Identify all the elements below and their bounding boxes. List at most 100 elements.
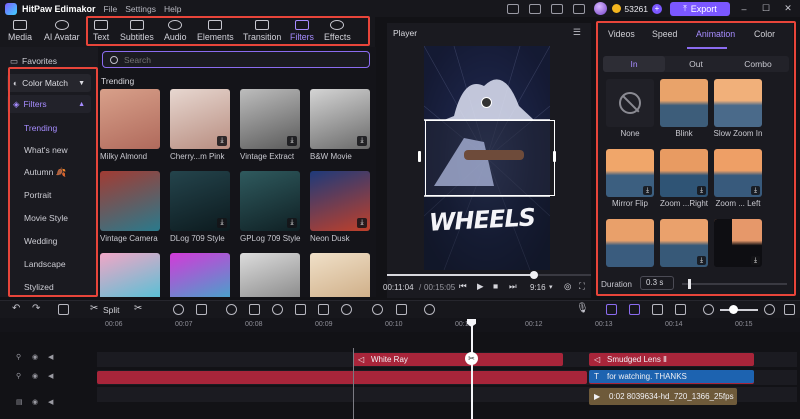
- zoom-out-icon[interactable]: [703, 304, 714, 315]
- filter-thumbnail[interactable]: ⤓: [310, 171, 370, 231]
- timeline-settings-icon[interactable]: [784, 304, 795, 315]
- add-coins-button[interactable]: +: [652, 3, 662, 14]
- filter-thumbnail[interactable]: [310, 253, 370, 297]
- filter-thumbnail[interactable]: [240, 253, 300, 297]
- eye-icon[interactable]: ◉: [32, 372, 38, 380]
- playback-knob[interactable]: [530, 271, 538, 279]
- record-icon[interactable]: [372, 304, 383, 315]
- fit-timeline-icon[interactable]: [675, 304, 686, 315]
- filter-thumbnail[interactable]: [170, 253, 230, 297]
- fullscreen-icon[interactable]: ⛶: [579, 281, 585, 292]
- search-bar[interactable]: [102, 51, 370, 68]
- microphone-icon[interactable]: 🎙: [576, 303, 589, 314]
- play-icon[interactable]: ▶: [477, 281, 484, 292]
- favorites-item[interactable]: ▭ Favorites: [10, 56, 57, 67]
- menu-help[interactable]: Help: [164, 4, 181, 14]
- layout-icon[interactable]: [573, 3, 586, 14]
- timer-icon[interactable]: [272, 304, 283, 315]
- scissor-icon[interactable]: ✂: [465, 352, 478, 365]
- filter-thumbnail[interactable]: [100, 89, 160, 149]
- filter-thumbnail[interactable]: [100, 253, 160, 297]
- timeline-ruler[interactable]: 00:06 00:07 00:08 00:09 00:10 00:11 00:1…: [0, 318, 800, 332]
- fit-icon[interactable]: [318, 304, 329, 315]
- screenshot-icon[interactable]: [396, 304, 407, 315]
- filter-thumbnail[interactable]: ⤓: [240, 171, 300, 231]
- pin-icon[interactable]: ⚲: [16, 353, 21, 361]
- export-button[interactable]: ⤒ Export: [670, 1, 730, 16]
- minimize-button[interactable]: –: [736, 4, 752, 14]
- filter-thumbnail[interactable]: ⤓: [170, 89, 230, 149]
- redo-icon[interactable]: ↷: [32, 303, 43, 314]
- filter-thumbnail[interactable]: ⤓: [310, 89, 370, 149]
- split-icon[interactable]: ✂: [90, 303, 98, 314]
- volume-icon[interactable]: ◀: [48, 372, 53, 380]
- menu-icon[interactable]: ☰: [573, 27, 581, 38]
- search-input[interactable]: [124, 54, 354, 65]
- undo-icon[interactable]: ↶: [12, 303, 23, 314]
- delete-icon[interactable]: [58, 304, 69, 315]
- ratio-chevron-icon[interactable]: ▾: [549, 283, 553, 291]
- pip-icon[interactable]: [652, 304, 663, 315]
- rotate-handle-icon[interactable]: [481, 97, 492, 108]
- tab-media[interactable]: Media: [8, 20, 32, 42]
- download-icon[interactable]: ⤓: [217, 218, 227, 228]
- video-clip[interactable]: ▶ 0:02 8039634-hd_720_1366_25fps: [589, 388, 737, 405]
- clip-label: 0:02 8039634-hd_720_1366_25fps: [609, 392, 734, 401]
- speed-icon[interactable]: [226, 304, 237, 315]
- zoom-slider[interactable]: [720, 309, 758, 311]
- next-frame-icon[interactable]: ⏭: [509, 281, 517, 292]
- download-icon[interactable]: ⤓: [357, 136, 367, 146]
- volume-icon[interactable]: ◀: [48, 353, 53, 361]
- crop-icon[interactable]: [249, 304, 260, 315]
- tick-label: 00:13: [595, 321, 613, 328]
- monitor-icon[interactable]: [551, 3, 564, 14]
- tab-ai-avatar[interactable]: AI Avatar: [44, 20, 80, 42]
- timeline-toolbar: ↶ ↷ ✂ Split ✂ 🎙: [0, 300, 800, 318]
- selection-frame[interactable]: [425, 120, 555, 196]
- trim-icon[interactable]: ✂: [134, 303, 142, 314]
- eye-icon[interactable]: ◉: [32, 353, 38, 361]
- download-icon[interactable]: ⤓: [287, 218, 297, 228]
- download-icon[interactable]: ⤓: [287, 136, 297, 146]
- freeze-icon[interactable]: [341, 304, 352, 315]
- close-button[interactable]: ✕: [780, 3, 796, 14]
- effect-clip-white-ray[interactable]: ◁ White Ray: [353, 353, 563, 366]
- stop-icon[interactable]: ■: [493, 281, 498, 291]
- tick-label: 00:14: [665, 321, 683, 328]
- zoom-in-icon[interactable]: [764, 304, 775, 315]
- lock-icon[interactable]: ▤: [16, 398, 23, 406]
- snapshot-icon[interactable]: ◎: [564, 281, 571, 292]
- magnet-icon[interactable]: [606, 304, 617, 315]
- text-clip-thanks[interactable]: T for watching. THANKS: [589, 370, 754, 383]
- link-icon[interactable]: [629, 304, 640, 315]
- playhead[interactable]: [471, 320, 473, 419]
- eye-icon[interactable]: ◉: [32, 398, 38, 406]
- transcribe-icon[interactable]: [424, 304, 435, 315]
- filter-clip[interactable]: [97, 371, 587, 384]
- maximize-button[interactable]: ☐: [758, 3, 774, 14]
- avatar[interactable]: [594, 2, 608, 15]
- zoom-slider-knob[interactable]: [729, 305, 738, 314]
- text-tool-icon[interactable]: [196, 304, 207, 315]
- previous-frame-icon[interactable]: ⏮: [459, 281, 467, 292]
- cloud-icon[interactable]: [529, 3, 542, 14]
- aspect-ratio[interactable]: 9:16: [530, 283, 546, 292]
- shield-icon[interactable]: [173, 304, 184, 315]
- mirror-icon[interactable]: [295, 304, 306, 315]
- filter-thumbnail[interactable]: [100, 171, 160, 231]
- split-label[interactable]: Split: [103, 305, 120, 315]
- volume-icon[interactable]: ◀: [48, 398, 53, 406]
- resize-handle-right[interactable]: [553, 151, 556, 162]
- menu-file[interactable]: File: [104, 4, 118, 14]
- mail-icon[interactable]: [507, 3, 520, 14]
- resize-handle-left[interactable]: [418, 151, 421, 162]
- tick-label: 00:07: [175, 321, 193, 328]
- filter-thumbnail[interactable]: ⤓: [170, 171, 230, 231]
- playback-progress[interactable]: [387, 271, 591, 279]
- menu-settings[interactable]: Settings: [125, 4, 156, 14]
- pin-icon[interactable]: ⚲: [16, 372, 21, 380]
- download-icon[interactable]: ⤓: [217, 136, 227, 146]
- filter-thumbnail[interactable]: ⤓: [240, 89, 300, 149]
- effect-clip-smudged-lens[interactable]: ◁ Smudged Lens Ⅱ: [589, 353, 754, 366]
- download-icon[interactable]: ⤓: [357, 218, 367, 228]
